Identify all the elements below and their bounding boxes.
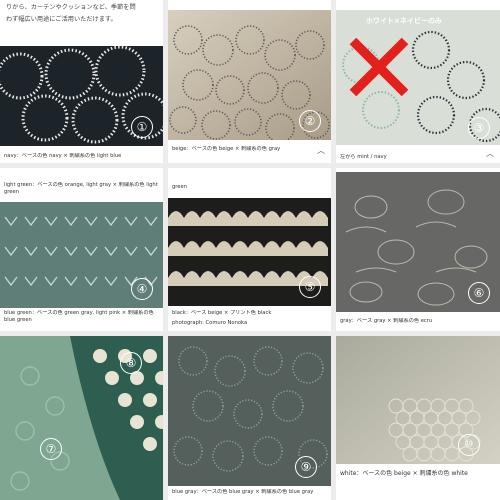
caption-black: black：ベース beige × プリント色 black [172, 310, 272, 316]
fabric-photo-beige: ② [168, 10, 331, 140]
number-badge-4: ④ [131, 278, 153, 300]
tile-7-8[interactable]: ⑧ ⑦ [0, 336, 163, 500]
x-mark-icon [349, 37, 409, 97]
chevron-up-icon[interactable]: ︿ [486, 148, 494, 159]
tile-1[interactable]: りから、カーテンやクッションなど、季節を問 わず幅広い用途にご活用いただけます。… [0, 0, 163, 163]
fabric-photo-mint-navy: ホワイト×ネイビーのみ ③ [336, 10, 500, 145]
tile-2[interactable]: ② beige：ベースの色 beige × 刺繍糸の色 gray ︿ [168, 0, 331, 163]
number-badge-9: ⑨ [295, 456, 317, 478]
fabric-photo-blue-green: ④ [0, 202, 163, 308]
fabric-photo-gray: ⑥ [336, 172, 500, 312]
caption-mint-navy: 左から mint / navy [340, 154, 387, 160]
caption-blue-green: blue green：ベースの色 green gray, light pink … [4, 310, 154, 323]
caption-gray: gray：ベース gray × 刺繍糸の色 ecru [340, 318, 433, 324]
fabric-photo-blue-gray: ⑨ [168, 336, 331, 486]
photo-credit: photograph: Comuro Nonoka [172, 320, 248, 326]
caption-beige: beige：ベースの色 beige × 刺繍糸の色 gray [172, 146, 281, 152]
caption-light-green: light green：ベースの色 orange, light gray × 刺… [4, 182, 158, 195]
tile-3[interactable]: ホワイト×ネイビーのみ ③ 左から mint / navy ︿ [336, 0, 500, 163]
intro-line-3: わず幅広い用途にご活用いただけます。 [6, 16, 117, 23]
fabric-photo-black: ⑤ [168, 198, 331, 306]
number-badge-5: ⑤ [299, 276, 321, 298]
number-badge-1: ① [131, 116, 153, 138]
fabric-photo-white: ⑩ [336, 336, 500, 464]
number-badge-7: ⑦ [40, 438, 62, 460]
tile-9[interactable]: ⑨ blue gray：ベースの色 blue gray × 刺繍糸の色 blue… [168, 336, 331, 500]
chevron-up-icon[interactable]: ︿ [317, 145, 325, 156]
caption-navy: navy：ベースの色 navy × 刺繍糸の色 light blue [4, 153, 122, 159]
fabric-photo-green-pair: ⑧ ⑦ [0, 336, 163, 500]
tile-5[interactable]: green ⑤ black：ベース beige × プリント色 black ph… [168, 168, 331, 331]
number-badge-2: ② [299, 110, 321, 132]
number-badge-6: ⑥ [468, 282, 490, 304]
tile-10[interactable]: ⑩ white：ベースの色 beige × 刺繍糸の色 white [336, 336, 500, 500]
caption-blue-gray: blue gray：ベースの色 blue gray × 刺繍糸の色 blue g… [172, 489, 314, 495]
number-badge-3: ③ [468, 117, 490, 139]
caption-white: white：ベースの色 beige × 刺繍糸の色 white [340, 470, 468, 477]
intro-text: りから、カーテンやクッションなど、季節を問 わず幅広い用途にご活用いただけます。 [6, 2, 159, 26]
number-badge-10: ⑩ [458, 434, 480, 456]
number-badge-8: ⑧ [120, 352, 142, 374]
fabric-photo-navy: ① [0, 46, 163, 146]
caption-green: green [172, 184, 187, 190]
white-navy-only-banner: ホワイト×ネイビーのみ [366, 17, 442, 25]
tile-4[interactable]: light green：ベースの色 orange, light gray × 刺… [0, 168, 163, 331]
intro-line-2: りから、カーテンやクッションなど、季節を問 [6, 4, 136, 11]
tile-6[interactable]: ⑥ gray：ベース gray × 刺繍糸の色 ecru [336, 168, 500, 331]
